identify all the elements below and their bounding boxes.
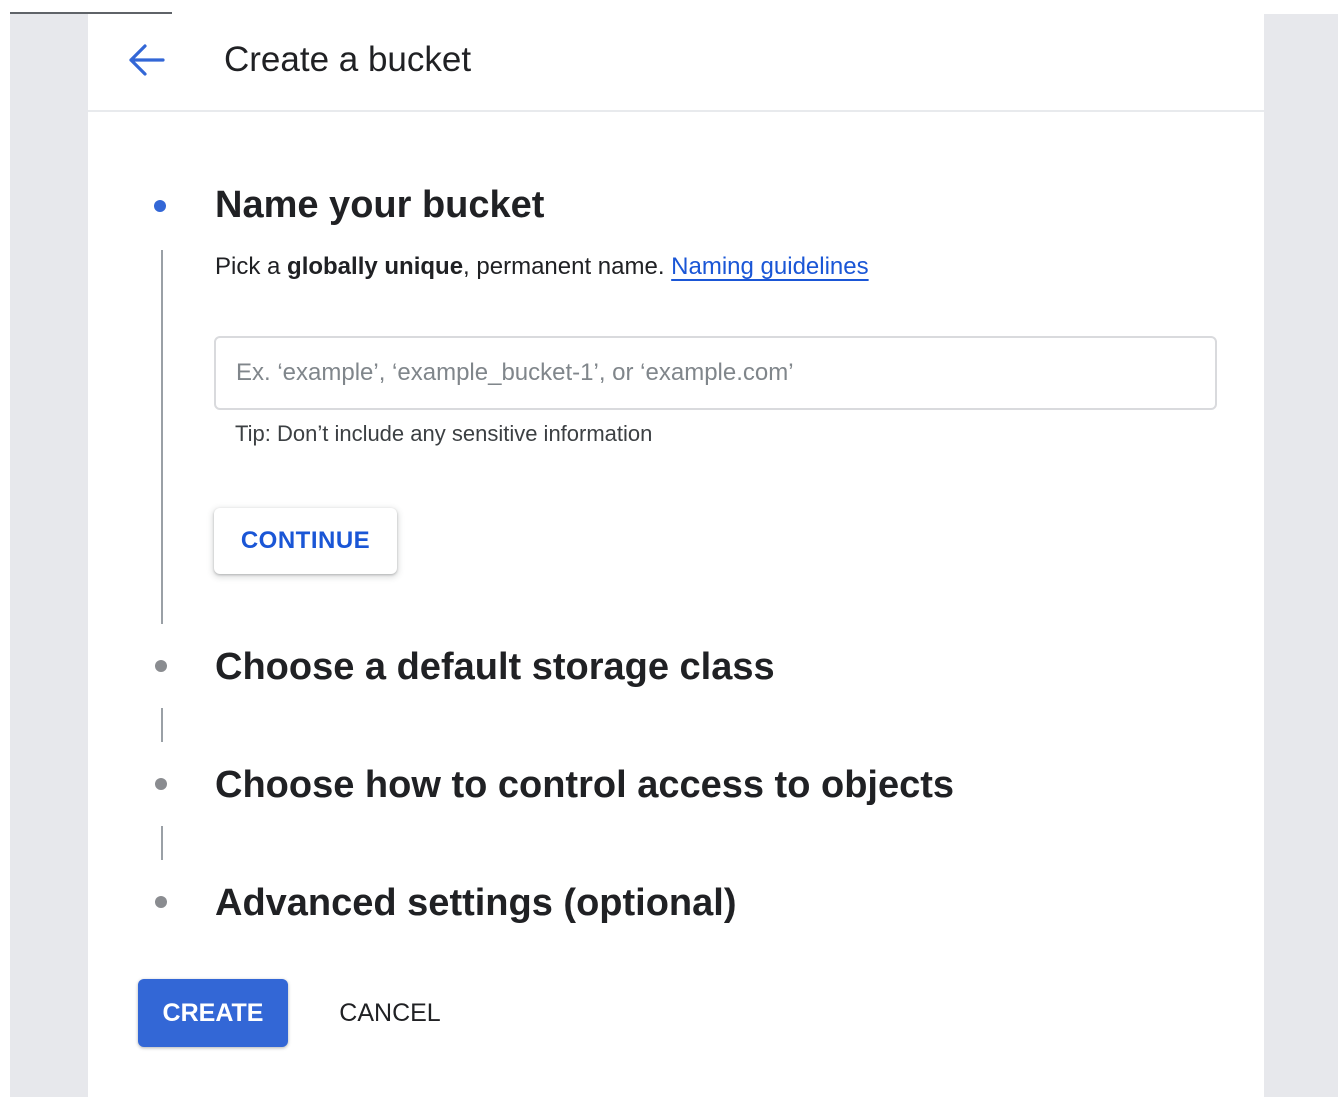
step-title-advanced-settings[interactable]: Advanced settings (optional): [215, 880, 736, 926]
naming-guidelines-link[interactable]: Naming guidelines: [671, 253, 868, 280]
arrow-left-icon: [127, 43, 165, 82]
continue-button[interactable]: CONTINUE: [214, 508, 397, 574]
left-background: [10, 14, 88, 1097]
step-title-storage-class[interactable]: Choose a default storage class: [215, 644, 775, 690]
right-background: [1264, 14, 1338, 1097]
step-connector: [161, 708, 163, 742]
page-title: Create a bucket: [224, 40, 472, 79]
create-button[interactable]: CREATE: [138, 979, 288, 1047]
step-connector: [161, 826, 163, 860]
step-connector: [161, 250, 163, 624]
step-title-name-bucket: Name your bucket: [215, 184, 545, 226]
bucket-name-input[interactable]: [214, 336, 1217, 410]
input-tip: Tip: Don’t include any sensitive informa…: [235, 421, 653, 446]
description-bold: globally unique: [287, 253, 464, 280]
step-indicator: [155, 896, 167, 908]
app-frame: Create a bucket Name your bucket Pick a …: [0, 0, 1338, 1097]
step-indicator: [155, 778, 167, 790]
step-indicator-active: [154, 200, 166, 212]
back-button[interactable]: [126, 42, 166, 82]
step-title-access-control[interactable]: Choose how to control access to objects: [215, 762, 954, 808]
create-bucket-panel: Create a bucket Name your bucket Pick a …: [88, 14, 1264, 1097]
page-header: Create a bucket: [88, 14, 1264, 112]
step-description: Pick a globally unique, permanent name. …: [215, 251, 869, 283]
description-prefix: Pick a: [215, 253, 288, 280]
cancel-button[interactable]: CANCEL: [324, 979, 456, 1047]
step-indicator: [155, 660, 167, 672]
description-suffix: , permanent name.: [463, 253, 672, 280]
